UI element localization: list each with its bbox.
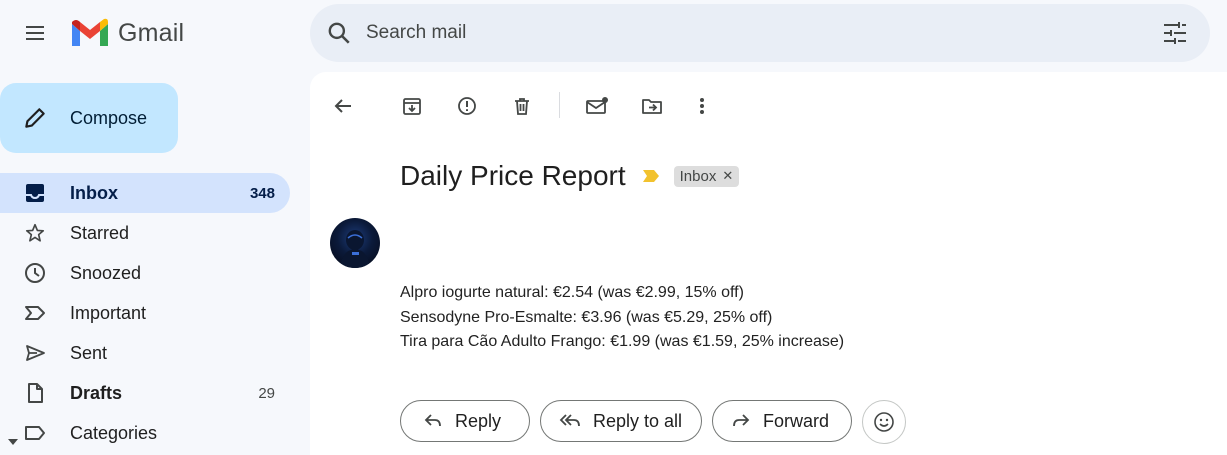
email-body: Alpro iogurte natural: €2.54 (was €2.99,… [400,281,844,355]
sidebar-item-label: Drafts [70,382,123,403]
draft-count: 29 [258,384,275,402]
reply-label: Reply [455,410,502,431]
app-name: Gmail [118,18,185,47]
body-line: Alpro iogurte natural: €2.54 (was €2.99,… [400,284,744,301]
sidebar-nav: Inbox 348 Starred Snoozed Important Sent… [0,173,290,453]
sidebar-item-categories[interactable]: Categories [0,413,290,453]
archive-button[interactable] [398,92,426,120]
hamburger-menu-icon [23,21,47,45]
caret-down-icon[interactable] [8,429,18,450]
reply-all-icon [559,412,581,430]
report-icon [457,96,477,116]
add-reaction-button[interactable] [862,400,906,444]
message-view: Daily Price Report Inbox ✕ Alpro iogurte… [310,72,1227,455]
clock-icon [24,262,46,284]
sidebar-item-inbox[interactable]: Inbox 348 [0,173,290,213]
search-options-icon[interactable] [1162,21,1188,45]
trash-icon [512,96,532,116]
inbox-icon [24,182,46,204]
sidebar-item-drafts[interactable]: Drafts 29 [0,373,290,413]
back-button[interactable] [329,92,357,120]
reply-all-label: Reply to all [593,410,683,431]
importance-marker-icon[interactable] [642,169,660,183]
emoji-icon [873,411,895,433]
body-line: Tira para Cão Adulto Frango: €1.99 (was … [400,333,845,350]
gmail-m-icon [70,18,110,48]
remove-label-icon[interactable]: ✕ [722,168,733,184]
compose-button[interactable]: Compose [0,83,178,153]
star-icon [24,222,46,244]
forward-button[interactable]: Forward [712,400,852,442]
more-vert-icon [699,97,705,115]
label-icon [24,422,46,444]
sidebar-item-sent[interactable]: Sent [0,333,290,373]
delete-button[interactable] [508,92,536,120]
move-to-folder-icon [641,96,663,116]
sidebar-item-label: Categories [70,422,158,443]
mark-unread-button[interactable] [583,92,611,120]
sidebar-item-label: Sent [70,342,108,363]
gmail-logo[interactable]: Gmail [70,17,184,49]
move-to-button[interactable] [638,92,666,120]
main-menu-button[interactable] [15,13,55,53]
pencil-icon [22,105,48,131]
subject-row: Daily Price Report Inbox ✕ [400,160,740,192]
forward-icon [731,412,751,430]
search-input[interactable] [364,21,1128,45]
sidebar-item-label: Snoozed [70,262,142,283]
unread-count: 348 [249,184,275,202]
report-spam-button[interactable] [453,92,481,120]
body-line: Sensodyne Pro-Esmalte: €3.96 (was €5.29,… [400,308,773,326]
search-bar[interactable] [310,4,1210,62]
mark-unread-icon [586,96,608,116]
sender-avatar[interactable] [330,218,380,268]
toolbar-divider [559,92,560,118]
send-icon [24,342,46,364]
search-icon[interactable] [326,20,352,46]
arrow-back-icon [333,96,353,116]
forward-label: Forward [763,410,830,431]
reply-all-button[interactable]: Reply to all [540,400,702,442]
compose-label: Compose [70,107,148,128]
email-subject: Daily Price Report [400,160,626,191]
more-options-button[interactable] [688,92,716,120]
reply-button[interactable]: Reply [400,400,530,442]
sidebar-item-label: Inbox [70,182,118,203]
sidebar-item-important[interactable]: Important [0,293,290,333]
sidebar-item-snoozed[interactable]: Snoozed [0,253,290,293]
important-icon [24,302,46,324]
reply-icon [423,412,443,430]
draft-icon [24,382,46,404]
archive-icon [402,96,422,116]
sidebar-item-label: Important [70,302,147,323]
label-chip-text: Inbox [679,167,717,185]
label-chip: Inbox ✕ [673,165,740,187]
sidebar-item-starred[interactable]: Starred [0,213,290,253]
sidebar-item-label: Starred [70,222,130,243]
